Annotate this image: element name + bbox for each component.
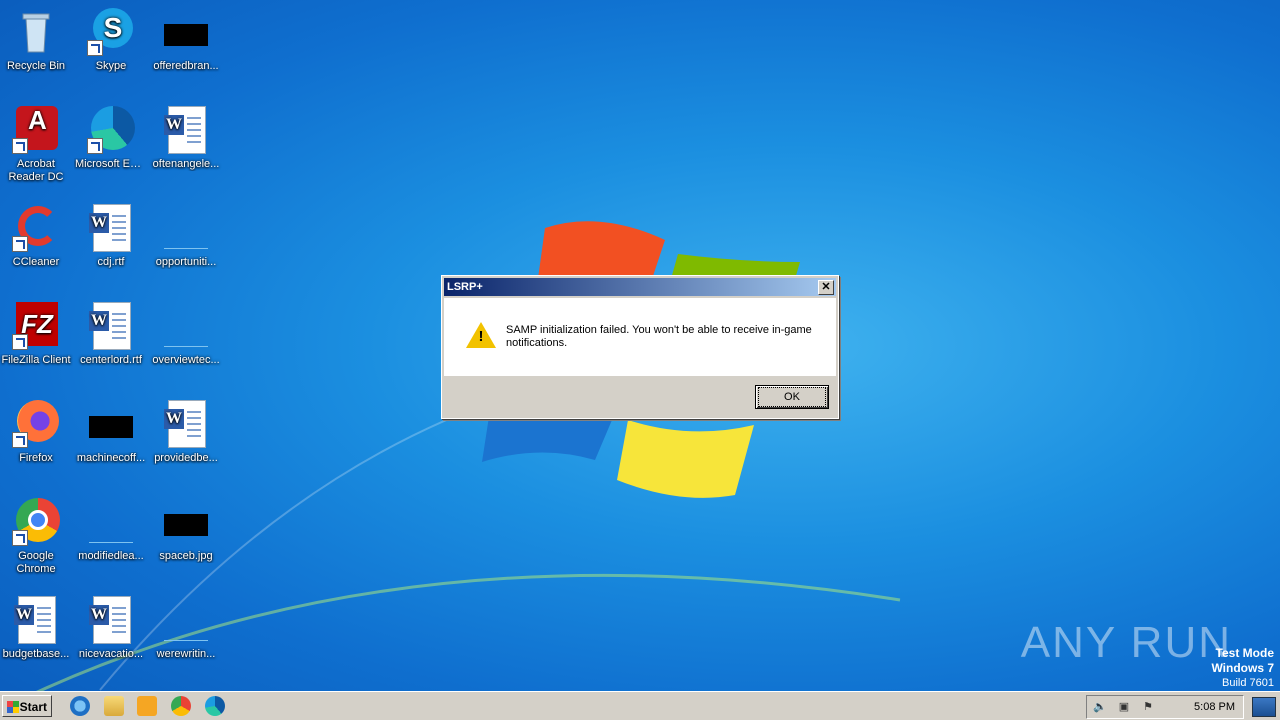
icon-label: machinecoff... [76, 452, 146, 464]
error-dialog: LSRP+ ✕ ! SAMP initialization failed. Yo… [441, 275, 839, 419]
trash-icon [22, 13, 50, 53]
oftenangele-icon[interactable]: W oftenangele... [149, 106, 223, 171]
icon-label: opportuniti... [155, 256, 217, 268]
icon-label: Firefox [19, 452, 53, 464]
nicevacatio-icon[interactable]: W nicevacatio... [74, 596, 148, 661]
icon-label: spaceb.jpg [159, 550, 213, 562]
dialog-title: LSRP+ [447, 281, 483, 293]
word-document-icon: W [89, 204, 131, 252]
overviewtec-icon[interactable]: overviewtec... [149, 302, 223, 367]
offeredbran-icon[interactable]: offeredbran... [149, 8, 223, 73]
icon-label: Skype [95, 60, 127, 72]
word-document-icon: W [89, 596, 131, 644]
file-thumbnail-icon [164, 230, 208, 249]
icon-label: FileZilla Client [1, 354, 71, 366]
budgetbase-icon[interactable]: W budgetbase... [0, 596, 73, 661]
google-chrome-icon[interactable]: Google Chrome [0, 498, 73, 576]
ok-button[interactable]: OK [755, 385, 829, 409]
icon-label: cdj.rtf [97, 256, 125, 268]
show-desktop-button[interactable] [1252, 697, 1276, 717]
centerlord-rtf-icon[interactable]: W centerlord.rtf [74, 302, 148, 367]
file-thumbnail-icon [164, 514, 208, 536]
filezilla-icon[interactable]: FZ FileZilla Client [0, 302, 73, 367]
volume-icon[interactable]: 🔈 [1093, 700, 1107, 714]
icon-label: centerlord.rtf [80, 354, 142, 366]
dialog-titlebar[interactable]: LSRP+ ✕ [444, 278, 836, 296]
action-center-flag-icon[interactable]: ⚑ [1141, 700, 1155, 714]
werewritin-icon[interactable]: werewritin... [149, 596, 223, 661]
firefox-icon[interactable]: Firefox [0, 400, 73, 465]
acrobat-reader-icon[interactable]: A Acrobat Reader DC [0, 106, 73, 184]
file-thumbnail-icon [89, 524, 133, 543]
clock[interactable]: 5:08 PM [1194, 696, 1235, 718]
word-document-icon: W [89, 302, 131, 350]
file-explorer-icon[interactable] [104, 696, 124, 716]
build-label: Build 7601 [1222, 677, 1274, 689]
icon-label: overviewtec... [152, 354, 220, 366]
word-document-icon: W [14, 596, 56, 644]
taskbar: Start 🔈 ▣ ⚑ 5:08 PM [0, 691, 1280, 720]
icon-label: providedbe... [154, 452, 218, 464]
os-label: Windows 7 [1211, 661, 1274, 675]
acrobat-icon: A [28, 105, 47, 135]
cdj-rtf-icon[interactable]: W cdj.rtf [74, 204, 148, 269]
file-thumbnail-icon [164, 24, 208, 46]
icon-label: Google Chrome [16, 550, 56, 575]
icon-label: oftenangele... [152, 158, 220, 170]
icon-label: Microsoft Edge [75, 158, 148, 170]
dialog-message: SAMP initialization failed. You won't be… [506, 324, 812, 349]
machinecoff-icon[interactable]: machinecoff... [74, 400, 148, 465]
microsoft-edge-icon[interactable]: Microsoft Edge [74, 106, 148, 171]
network-icon[interactable]: ▣ [1117, 700, 1131, 714]
icon-label: werewritin... [156, 648, 216, 660]
file-thumbnail-icon [89, 416, 133, 438]
icon-label: modifiedlea... [78, 550, 144, 562]
ccleaner-icon[interactable]: CCleaner [0, 204, 73, 269]
file-thumbnail-icon [164, 622, 208, 641]
icon-label: budgetbase... [2, 648, 70, 660]
start-label: Start [19, 700, 47, 714]
edge-icon[interactable] [205, 696, 225, 716]
icon-label: offeredbran... [153, 60, 219, 72]
icon-label: CCleaner [12, 256, 60, 268]
exclamation-icon: ! [478, 328, 484, 345]
anyrun-watermark: ANY RUN [1021, 618, 1232, 668]
skype-icon[interactable]: S Skype [74, 8, 148, 73]
dialog-body: ! SAMP initialization failed. You won't … [444, 298, 836, 376]
media-player-icon[interactable] [137, 696, 157, 716]
word-document-icon: W [164, 106, 206, 154]
start-button[interactable]: Start [2, 695, 52, 717]
word-document-icon: W [164, 400, 206, 448]
test-mode-label: Test Mode [1215, 646, 1274, 660]
icon-label: Acrobat Reader DC [8, 158, 64, 183]
ok-button-label: OK [758, 387, 826, 407]
close-button[interactable]: ✕ [818, 280, 834, 295]
providedbe-icon[interactable]: W providedbe... [149, 400, 223, 465]
recycle-bin-icon[interactable]: Recycle Bin [0, 8, 73, 73]
system-tray: 🔈 ▣ ⚑ 5:08 PM [1086, 695, 1244, 719]
windows-logo-icon [7, 701, 19, 713]
watermark-text: ANY RUN [1020, 618, 1232, 667]
test-mode-notice: Test Mode Windows 7 Build 7601 [1211, 646, 1274, 690]
chrome-icon[interactable] [171, 696, 191, 716]
spaceb-jpg-icon[interactable]: spaceb.jpg [149, 498, 223, 563]
file-thumbnail-icon [164, 328, 208, 347]
modifiedlea-icon[interactable]: modifiedlea... [74, 498, 148, 563]
internet-explorer-icon[interactable] [70, 696, 90, 716]
icon-label: nicevacatio... [78, 648, 144, 660]
icon-label: Recycle Bin [6, 60, 66, 72]
opportuniti-icon[interactable]: opportuniti... [149, 204, 223, 269]
